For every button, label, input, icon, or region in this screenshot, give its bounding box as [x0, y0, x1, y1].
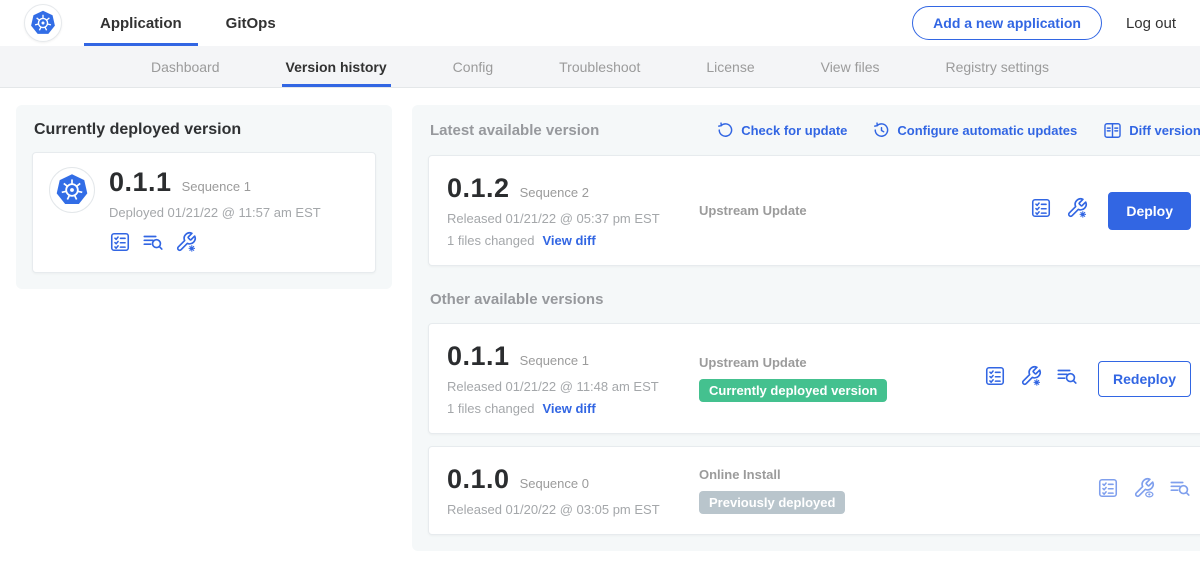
- released-timestamp: Released 01/21/22 @ 11:48 am EST: [447, 379, 699, 394]
- sequence-label: Sequence 1: [520, 353, 589, 368]
- deploy-logs-icon[interactable]: [142, 231, 164, 258]
- app-tabs: Application GitOps: [84, 0, 292, 46]
- previously-deployed-badge: Previously deployed: [699, 491, 845, 514]
- configure-automatic-updates-link[interactable]: Configure automatic updates: [873, 122, 1077, 139]
- top-nav: Application GitOps Add a new application…: [0, 0, 1200, 46]
- view-diff-link[interactable]: View diff: [542, 401, 595, 416]
- kubernetes-logo-icon: [24, 4, 62, 42]
- diff-icon: [1103, 121, 1122, 140]
- preflight-checklist-icon[interactable]: [984, 365, 1006, 392]
- version-card-0-1-1: 0.1.1 Sequence 1 Released 01/21/22 @ 11:…: [428, 323, 1200, 434]
- sequence-label: Sequence 2: [520, 185, 589, 200]
- version-source-label: Upstream Update: [699, 203, 984, 218]
- version-card-0-1-0: 0.1.0 Sequence 0 Released 01/20/22 @ 03:…: [428, 446, 1200, 535]
- version-card-0-1-2: 0.1.2 Sequence 2 Released 01/21/22 @ 05:…: [428, 155, 1200, 266]
- currently-deployed-badge: Currently deployed version: [699, 379, 887, 402]
- view-config-wrench-icon[interactable]: [1133, 477, 1155, 504]
- version-number: 0.1.2: [447, 173, 510, 204]
- version-number: 0.1.0: [447, 464, 510, 495]
- diff-versions-label: Diff versions: [1129, 123, 1200, 138]
- other-versions-title: Other available versions: [430, 291, 1200, 308]
- deploy-logs-icon[interactable]: [1056, 365, 1078, 392]
- edit-config-wrench-icon[interactable]: [175, 231, 197, 258]
- deployed-timestamp: Deployed 01/21/22 @ 11:57 am EST: [109, 205, 321, 220]
- version-source-label: Online Install: [699, 467, 984, 482]
- edit-config-wrench-icon[interactable]: [1066, 197, 1088, 224]
- logout-button[interactable]: Log out: [1126, 15, 1176, 32]
- files-changed-label: 1 files changed: [447, 401, 534, 416]
- deployed-version-number: 0.1.1: [109, 167, 172, 198]
- deploy-button[interactable]: Deploy: [1108, 192, 1191, 230]
- app-kubernetes-logo-icon: [49, 167, 95, 213]
- configure-automatic-updates-label: Configure automatic updates: [897, 123, 1077, 138]
- tab-application[interactable]: Application: [84, 0, 198, 46]
- subnav-license[interactable]: License: [702, 46, 758, 87]
- version-number: 0.1.1: [447, 341, 510, 372]
- deployed-version-card: 0.1.1 Sequence 1 Deployed 01/21/22 @ 11:…: [32, 152, 376, 273]
- subnav-registry-settings[interactable]: Registry settings: [942, 46, 1053, 87]
- available-versions-panel: Latest available version Check for updat…: [412, 105, 1200, 551]
- currently-deployed-panel: Currently deployed version 0.1.1 Sequenc…: [16, 105, 392, 289]
- main-content: Currently deployed version 0.1.1 Sequenc…: [0, 88, 1200, 551]
- subnav-troubleshoot[interactable]: Troubleshoot: [555, 46, 644, 87]
- deployed-panel-title: Currently deployed version: [32, 121, 376, 139]
- version-source-label: Upstream Update: [699, 355, 984, 370]
- subnav-config[interactable]: Config: [449, 46, 497, 87]
- latest-available-title: Latest available version: [430, 122, 599, 139]
- preflight-checklist-icon[interactable]: [1097, 477, 1119, 504]
- redeploy-button[interactable]: Redeploy: [1098, 361, 1191, 397]
- edit-config-wrench-icon[interactable]: [1020, 365, 1042, 392]
- add-application-button[interactable]: Add a new application: [912, 6, 1102, 40]
- sequence-label: Sequence 0: [520, 476, 589, 491]
- check-for-update-link[interactable]: Check for update: [717, 122, 847, 139]
- released-timestamp: Released 01/20/22 @ 03:05 pm EST: [447, 502, 699, 517]
- deploy-logs-icon[interactable]: [1169, 477, 1191, 504]
- preflight-checklist-icon[interactable]: [1030, 197, 1052, 224]
- preflight-checklist-icon[interactable]: [109, 231, 131, 258]
- deployed-sequence-label: Sequence 1: [182, 179, 251, 194]
- view-diff-link[interactable]: View diff: [542, 233, 595, 248]
- auto-update-clock-icon: [873, 122, 890, 139]
- released-timestamp: Released 01/21/22 @ 05:37 pm EST: [447, 211, 699, 226]
- check-for-update-label: Check for update: [741, 123, 847, 138]
- subnav-dashboard[interactable]: Dashboard: [147, 46, 224, 87]
- section-nav: Dashboard Version history Config Trouble…: [0, 46, 1200, 88]
- subnav-version-history[interactable]: Version history: [282, 46, 391, 87]
- refresh-icon: [717, 122, 734, 139]
- subnav-view-files[interactable]: View files: [817, 46, 884, 87]
- files-changed-label: 1 files changed: [447, 233, 534, 248]
- diff-versions-link[interactable]: Diff versions: [1103, 121, 1200, 140]
- tab-gitops[interactable]: GitOps: [210, 0, 292, 46]
